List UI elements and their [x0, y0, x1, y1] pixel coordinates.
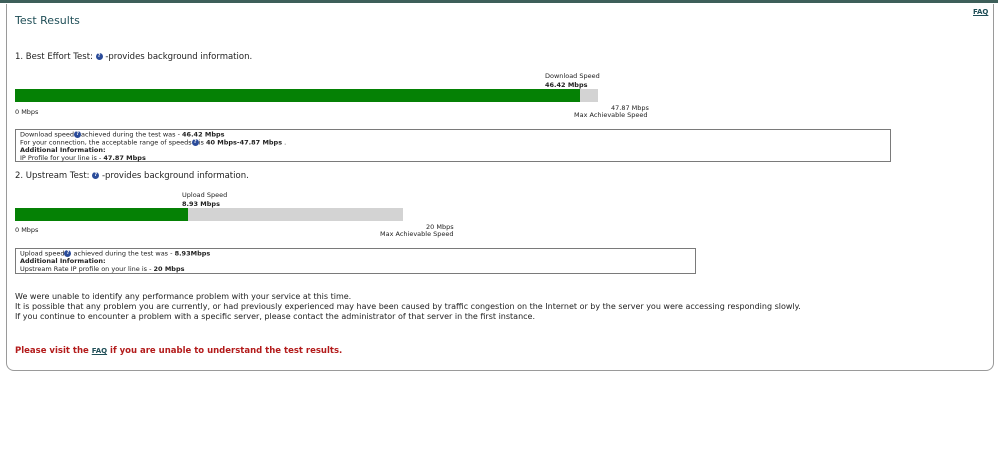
upload-info-line1: Upload speed? achieved during the test w… — [20, 250, 691, 258]
upstream-heading-prefix: 2. Upstream Test: — [15, 171, 90, 181]
upload-speed-value: 8.93 Mbps — [182, 200, 220, 208]
upload-info-line3-value: 20 Mbps — [153, 264, 185, 273]
download-info-line4: IP Profile for your line is - 47.87 Mbps — [20, 153, 886, 163]
message-line3: If you continue to encounter a problem w… — [15, 312, 535, 321]
download-speed-label: Download Speed — [545, 72, 600, 80]
page-title: Test Results — [15, 14, 80, 27]
test-results-panel: Test Results FAQ 1. Best Effort Test: ? … — [6, 4, 994, 371]
upload-info-line3: Upstream Rate IP profile on your line is… — [20, 264, 691, 274]
message-line1: We were unable to identify any performan… — [15, 292, 352, 301]
visit-prefix: Please visit the — [15, 346, 92, 356]
upstream-heading-suffix: -provides background information. — [101, 171, 249, 181]
help-icon[interactable]: ? — [74, 131, 82, 138]
download-min-label: 0 Mbps — [15, 108, 39, 116]
help-icon[interactable]: ? — [95, 53, 103, 60]
download-info-line4-prefix: IP Profile for your line is - — [20, 153, 104, 162]
download-info-line4-value: 47.87 Mbps — [103, 153, 146, 162]
download-info-line2-value: 40 Mbps-47.87 Mbps — [205, 138, 283, 147]
download-info-line2-mid: is — [198, 138, 206, 147]
visit-faq-message: Please visit the FAQ if you are unable t… — [15, 346, 342, 356]
help-icon[interactable]: ? — [191, 139, 199, 146]
upload-speed-label: Upload Speed — [182, 191, 228, 199]
faq-link-inline[interactable]: FAQ — [92, 347, 107, 355]
upload-speed-bar-fill — [15, 208, 189, 221]
download-info-box: Download speed? achieved during the test … — [15, 129, 891, 162]
download-info-line2-suffix: . — [282, 138, 287, 147]
download-info-line1-mid: achieved during the test was - — [81, 130, 183, 139]
upstream-heading: 2. Upstream Test: ? -provides background… — [15, 171, 249, 181]
upload-info-box: Upload speed? achieved during the test w… — [15, 248, 696, 274]
download-info-line2: For your connection, the acceptable rang… — [20, 139, 886, 147]
upload-speed-bar — [15, 208, 403, 221]
best-effort-heading-prefix: 1. Best Effort Test: — [15, 52, 93, 62]
visit-suffix: if you are unable to understand the test… — [107, 346, 343, 356]
download-speed-bar-fill — [15, 89, 581, 102]
top-bar — [0, 0, 998, 3]
upload-max-label: Max Achievable Speed — [380, 230, 454, 238]
help-icon[interactable]: ? — [92, 172, 100, 179]
faq-link-top[interactable]: FAQ — [973, 8, 988, 16]
best-effort-heading-suffix: -provides background information. — [105, 52, 253, 62]
download-info-line3: Additional Information: — [20, 146, 106, 154]
download-speed-value: 46.42 Mbps — [545, 81, 588, 89]
download-speed-bar — [15, 89, 598, 102]
message-line2: It is possible that any problem you are … — [15, 302, 801, 311]
upload-min-label: 0 Mbps — [15, 226, 39, 234]
upload-info-line3-prefix: Upstream Rate IP profile on your line is… — [20, 264, 154, 273]
best-effort-heading: 1. Best Effort Test: ? -provides backgro… — [15, 52, 252, 62]
download-info-line1-prefix: Download speed — [20, 130, 75, 139]
download-info-line1-value: 46.42 Mbps — [182, 130, 225, 139]
download-max-label: Max Achievable Speed — [574, 111, 648, 119]
upload-info-line1-value: 8.93Mbps — [174, 249, 211, 258]
